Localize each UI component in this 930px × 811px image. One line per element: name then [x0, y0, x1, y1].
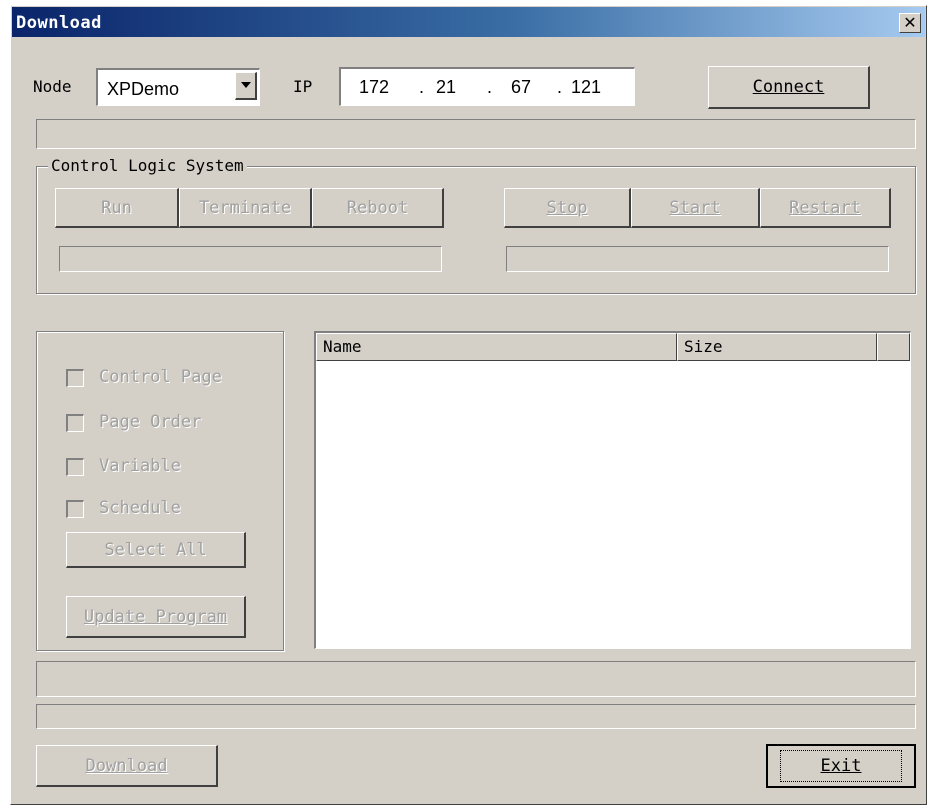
- select-all-button[interactable]: Select All: [66, 532, 246, 568]
- close-button[interactable]: ✕: [899, 13, 921, 33]
- exit-button[interactable]: Exit: [766, 744, 916, 788]
- title-bar[interactable]: Download ✕: [12, 7, 925, 37]
- chevron-down-icon: [240, 82, 251, 88]
- ip-label: IP: [293, 77, 313, 96]
- start-button-label: Start: [669, 198, 721, 218]
- connection-status-bar: [36, 119, 916, 149]
- start-button[interactable]: Start: [631, 188, 760, 228]
- download-window: Download ✕ Node XPDemo IP 172 . 21 . 67 …: [10, 5, 927, 805]
- control-page-label: Control Page: [99, 367, 222, 387]
- column-header-filler: [877, 333, 910, 361]
- ip-octet-2[interactable]: 21: [436, 77, 456, 98]
- download-button-label: Download: [85, 756, 168, 776]
- update-program-button[interactable]: Update Program: [66, 596, 246, 638]
- ip-octet-1[interactable]: 172: [359, 77, 389, 98]
- exit-button-label: Exit: [779, 750, 903, 782]
- connect-button[interactable]: Connect: [708, 66, 870, 109]
- ip-octet-4[interactable]: 121: [571, 77, 601, 98]
- exit-button-text: Exit: [820, 756, 862, 776]
- column-header-size-label: Size: [684, 337, 723, 356]
- column-header-size[interactable]: Size: [677, 333, 877, 361]
- connect-button-label: Connect: [752, 77, 825, 97]
- download-status-bar: [36, 704, 916, 729]
- control-page-checkbox[interactable]: [66, 369, 84, 387]
- schedule-checkbox[interactable]: [66, 500, 84, 518]
- node-select[interactable]: XPDemo: [96, 68, 260, 106]
- download-button[interactable]: Download: [36, 745, 218, 787]
- file-list[interactable]: Name Size: [314, 331, 911, 649]
- column-header-name-label: Name: [323, 337, 362, 356]
- stop-button[interactable]: Stop: [504, 188, 631, 228]
- terminate-button[interactable]: Terminate: [179, 188, 312, 228]
- update-program-label: Update Program: [83, 607, 228, 627]
- variable-checkbox[interactable]: [66, 458, 84, 476]
- variable-label: Variable: [99, 456, 181, 476]
- reboot-button-label: Reboot: [346, 198, 409, 218]
- ip-separator: .: [487, 77, 493, 97]
- control-logic-group: [36, 166, 916, 294]
- window-title: Download: [16, 13, 102, 33]
- control-progress-bar: [506, 246, 889, 272]
- schedule-label: Schedule: [99, 498, 181, 518]
- close-icon: ✕: [903, 13, 917, 32]
- ip-separator: .: [557, 77, 563, 97]
- page-order-label: Page Order: [99, 412, 202, 432]
- restart-button-label: Restart: [789, 198, 861, 218]
- node-select-value: XPDemo: [107, 79, 180, 99]
- download-progress-bar: [36, 661, 916, 697]
- logic-progress-bar: [59, 246, 442, 272]
- select-all-label: Select All: [104, 540, 207, 560]
- run-button[interactable]: Run: [55, 188, 179, 228]
- ip-separator: .: [419, 77, 425, 97]
- restart-button[interactable]: Restart: [760, 188, 891, 228]
- ip-octet-3[interactable]: 67: [511, 77, 531, 98]
- terminate-button-label: Terminate: [198, 198, 292, 218]
- run-button-label: Run: [101, 198, 132, 218]
- page-order-checkbox[interactable]: [66, 414, 84, 432]
- reboot-button[interactable]: Reboot: [312, 188, 444, 228]
- stop-button-label: Stop: [546, 198, 588, 218]
- node-dropdown-button[interactable]: [235, 72, 257, 100]
- control-logic-title: Control Logic System: [48, 156, 247, 175]
- node-label: Node: [33, 77, 72, 96]
- column-header-name[interactable]: Name: [316, 333, 677, 361]
- ip-address-field[interactable]: 172 . 21 . 67 . 121: [339, 67, 635, 106]
